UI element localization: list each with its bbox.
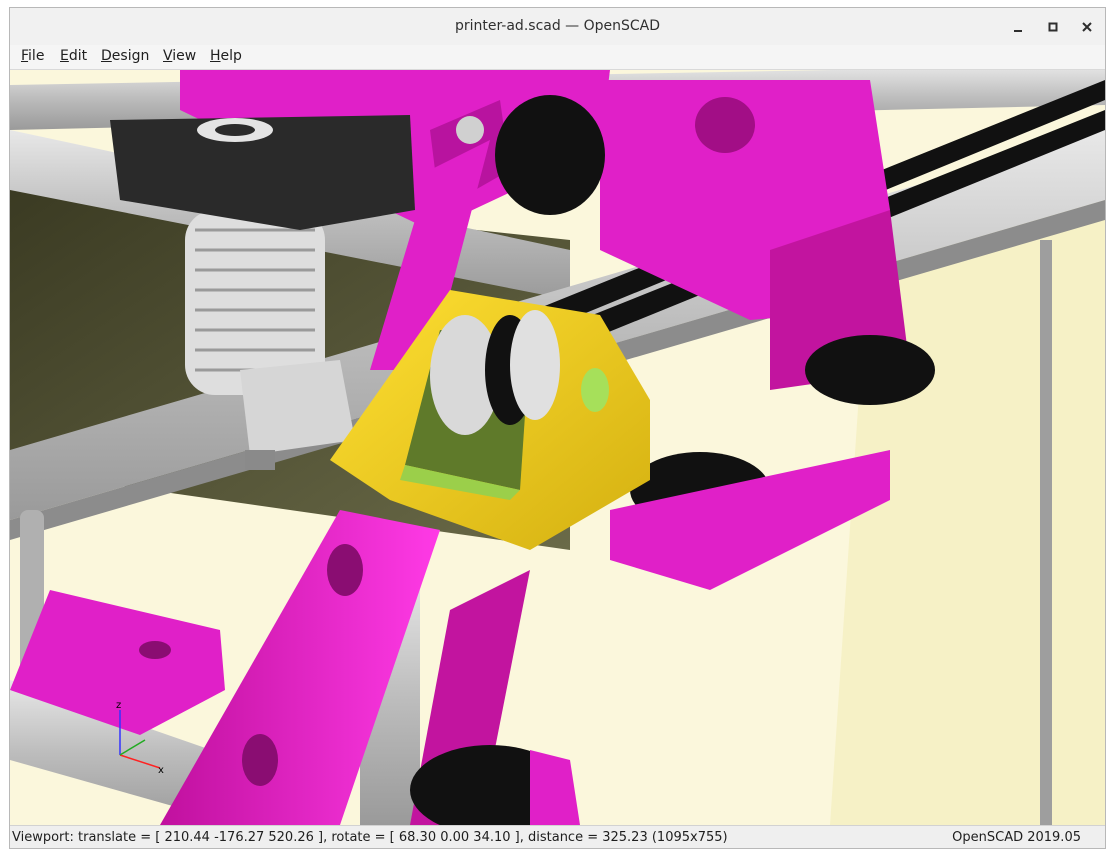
version-label: OpenSCAD 2019.05	[952, 830, 1081, 845]
arm-hole-2	[242, 734, 278, 786]
menu-view[interactable]: View	[163, 48, 196, 64]
idler-bearing-2	[510, 310, 560, 420]
menu-bar: File Edit Design View Help	[10, 45, 1105, 70]
nozzle	[245, 450, 275, 470]
menu-design-mnemonic: D	[101, 48, 112, 64]
idler-axle-hole	[581, 368, 609, 412]
menu-design-label: esign	[111, 48, 150, 64]
heater-block	[240, 360, 355, 455]
block-hole	[695, 97, 755, 153]
menu-file-mnemonic: F	[21, 48, 29, 64]
menu-edit-mnemonic: E	[60, 48, 69, 64]
maximize-icon	[1048, 22, 1058, 32]
z-axis-label: z	[116, 700, 121, 711]
x-axis-label: x	[158, 765, 164, 776]
close-icon	[1082, 22, 1092, 32]
menu-file[interactable]: File	[21, 48, 44, 64]
menu-help-label: elp	[220, 48, 242, 64]
menu-help[interactable]: Help	[210, 48, 242, 64]
rendered-model[interactable]: z x	[10, 70, 1105, 825]
minimize-button[interactable]	[1007, 16, 1029, 38]
menu-design[interactable]: Design	[101, 48, 149, 64]
menu-edit[interactable]: Edit	[60, 48, 87, 64]
3d-viewport[interactable]: z x	[10, 70, 1105, 825]
openscad-window: printer-ad.scad — OpenSCAD File Edit Des…	[9, 7, 1106, 849]
arm-hole-1	[327, 544, 363, 596]
menu-view-mnemonic: V	[163, 48, 173, 64]
viewport-status: Viewport: translate = [ 210.44 -176.27 5…	[12, 830, 728, 845]
title-bar[interactable]: printer-ad.scad — OpenSCAD	[10, 8, 1105, 46]
close-button[interactable]	[1076, 16, 1098, 38]
carriage-bolt	[456, 116, 484, 144]
minimize-icon	[1014, 30, 1022, 32]
mount-hole-inner	[215, 124, 255, 136]
menu-edit-label: dit	[68, 48, 88, 64]
pulley-wheel	[495, 95, 605, 215]
menu-view-label: iew	[172, 48, 197, 64]
foot-upper	[805, 335, 935, 405]
window-title: printer-ad.scad — OpenSCAD	[454, 18, 661, 34]
status-bar: Viewport: translate = [ 210.44 -176.27 5…	[10, 825, 1105, 848]
bracket-hole	[139, 641, 171, 659]
vertical-rod-right	[1040, 240, 1052, 825]
menu-file-label: ile	[28, 48, 45, 64]
maximize-button[interactable]	[1042, 16, 1064, 38]
menu-help-mnemonic: H	[210, 48, 221, 64]
